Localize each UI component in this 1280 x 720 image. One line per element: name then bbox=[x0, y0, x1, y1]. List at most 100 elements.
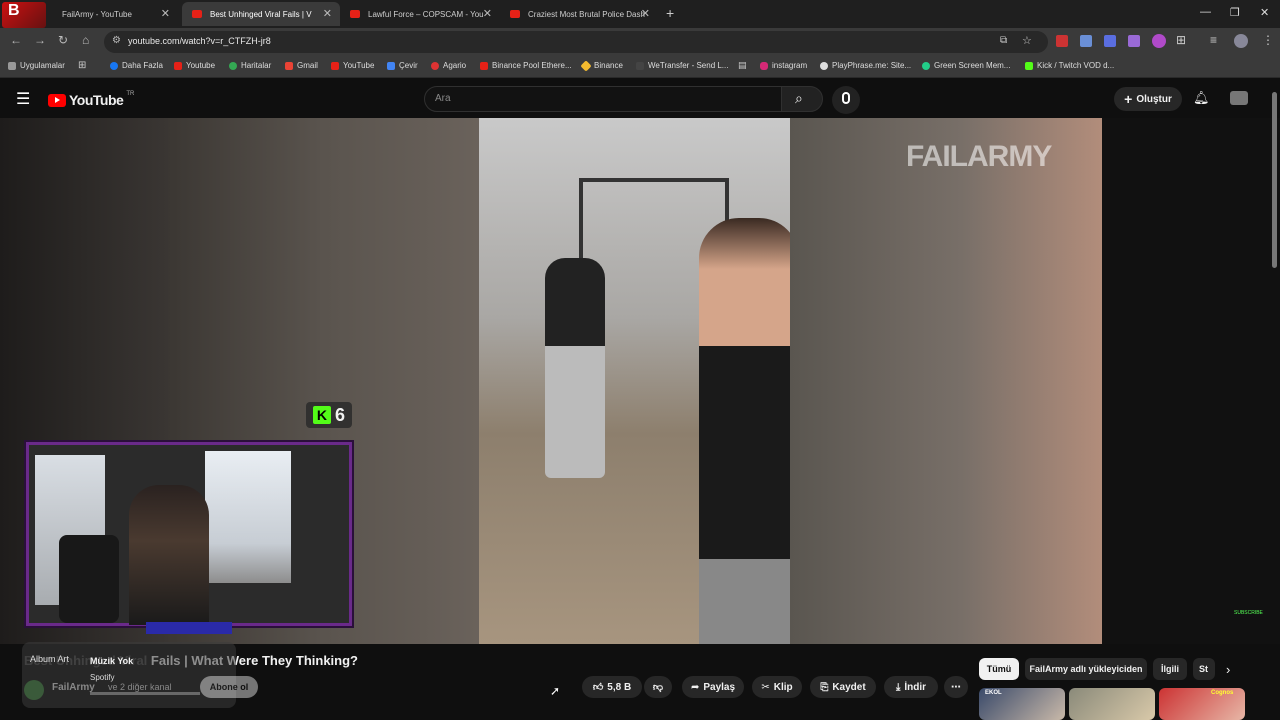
chip-related[interactable]: İlgili bbox=[1153, 658, 1187, 680]
bookmark-green-screen[interactable]: Green Screen Mem... bbox=[922, 61, 1010, 70]
youtube-favicon-icon bbox=[510, 10, 520, 18]
back-icon[interactable]: ← bbox=[10, 33, 22, 47]
apps-icon bbox=[8, 62, 16, 70]
close-icon[interactable]: ✕ bbox=[483, 7, 492, 20]
webcam-overlay bbox=[26, 442, 352, 626]
hamburger-menu-icon[interactable]: ☰ bbox=[16, 89, 30, 109]
forward-icon[interactable]: → bbox=[34, 33, 46, 47]
search-input[interactable]: Ara bbox=[424, 86, 782, 112]
extension-icon[interactable] bbox=[1152, 34, 1166, 48]
bookmark-apps[interactable]: Uygulamalar bbox=[8, 61, 65, 70]
bookmark-binance[interactable]: Binance bbox=[580, 60, 623, 72]
home-icon[interactable]: ⌂ bbox=[82, 33, 89, 47]
bookmark-youtube[interactable]: Youtube bbox=[174, 61, 215, 70]
bookmark-wetransfer[interactable]: WeTransfer - Send L... bbox=[636, 61, 728, 70]
tab-title: FailArmy - YouTube bbox=[62, 9, 132, 19]
bookmark-cevir[interactable]: Çevir bbox=[387, 61, 418, 70]
channel-avatar[interactable] bbox=[24, 680, 44, 700]
channel-collab[interactable]: ve 2 diğer kanal bbox=[108, 682, 172, 692]
bookmark-instagram[interactable]: instagram bbox=[760, 61, 807, 70]
search-button[interactable]: ⌕ bbox=[781, 86, 823, 112]
account-avatar[interactable] bbox=[1230, 91, 1248, 105]
browser-menu-icon[interactable]: ⋮ bbox=[1262, 33, 1274, 47]
bookmark-icon: ⎘ bbox=[820, 681, 829, 693]
bookmark-folder-icon[interactable]: ▤ bbox=[738, 60, 747, 71]
like-count: 5,8 B bbox=[607, 681, 632, 693]
voice-search-button[interactable] bbox=[832, 86, 860, 114]
recommendation-thumbnail[interactable]: EKOL bbox=[979, 688, 1065, 720]
bookmark-binance-pool[interactable]: Binance Pool Ethere... bbox=[480, 61, 572, 70]
spotify-progress bbox=[90, 692, 200, 695]
extension-icon[interactable] bbox=[1080, 35, 1092, 47]
video-background-right: SUBSCRIBE bbox=[1102, 118, 1280, 644]
spotify-status: Müzik Yok bbox=[90, 656, 134, 666]
close-icon[interactable]: ✕ bbox=[323, 7, 332, 20]
bookmarks-bar: Uygulamalar ⊞ Daha Fazla Youtube Harital… bbox=[0, 56, 1280, 78]
spotify-now-playing: Album Art Müzik Yok Spotify bbox=[22, 642, 236, 708]
youtube-wordmark: YouTube bbox=[69, 92, 124, 108]
bookmark-gmail[interactable]: Gmail bbox=[285, 61, 318, 70]
grid-icon[interactable]: ⊞ bbox=[78, 60, 86, 71]
profile-avatar[interactable] bbox=[1234, 34, 1248, 48]
person-foreground bbox=[699, 218, 799, 644]
create-button[interactable]: + Oluştur bbox=[1114, 87, 1182, 111]
kick-icon bbox=[1025, 62, 1033, 70]
reading-list-icon[interactable]: ≡ bbox=[1210, 33, 1217, 47]
bookmark-daha-fazla[interactable]: Daha Fazla bbox=[110, 61, 163, 70]
download-button[interactable]: ⤓ İndir bbox=[884, 676, 938, 698]
channel-name[interactable]: FailArmy bbox=[52, 682, 95, 693]
bookmark-agario[interactable]: Agario bbox=[431, 61, 466, 70]
share-button[interactable]: ➦ Paylaş bbox=[682, 676, 744, 698]
tab-best-unhinged[interactable]: Best Unhinged Viral Fails | V ✕ bbox=[182, 2, 340, 26]
url-text: youtube.com/watch?v=r_CTFZH-jr8 bbox=[128, 36, 271, 46]
bookmark-kick-twitch[interactable]: Kick / Twitch VOD d... bbox=[1025, 61, 1114, 70]
bookmark-haritalar[interactable]: Haritalar bbox=[229, 61, 271, 70]
binance-icon bbox=[580, 60, 592, 72]
recommendation-thumbnail[interactable]: Cognos bbox=[1159, 688, 1245, 720]
translate-icon bbox=[387, 62, 395, 70]
clip-button[interactable]: ✂ Klip bbox=[752, 676, 802, 698]
close-icon[interactable]: ✕ bbox=[641, 7, 650, 20]
chevron-right-icon[interactable]: › bbox=[1226, 662, 1230, 677]
restore-icon[interactable]: ❐ bbox=[1230, 6, 1240, 19]
person-background bbox=[545, 258, 605, 478]
thumbs-up-icon: 👍︎ bbox=[592, 682, 604, 693]
notifications-bell-icon[interactable]: 🔔︎ bbox=[1193, 90, 1210, 106]
chip-all[interactable]: Tümü bbox=[979, 658, 1019, 680]
extensions-puzzle-icon[interactable]: ⊞ bbox=[1176, 33, 1186, 47]
kick-viewer-badge: K 6 bbox=[306, 402, 352, 428]
extension-icon[interactable] bbox=[1104, 35, 1116, 47]
reload-icon[interactable]: ↻ bbox=[58, 33, 68, 47]
extension-icon[interactable] bbox=[1056, 35, 1068, 47]
kick-viewer-count: 6 bbox=[334, 404, 345, 425]
recommendation-thumbnail[interactable] bbox=[1069, 688, 1155, 720]
install-app-icon[interactable]: ⧉ bbox=[1000, 35, 1007, 46]
subscribe-button[interactable]: Abone ol bbox=[200, 676, 258, 698]
video-blur-right: FAILARMY bbox=[790, 118, 1102, 644]
webcam-person bbox=[129, 485, 209, 625]
page-scrollbar[interactable] bbox=[1272, 92, 1277, 268]
youtube-logo[interactable]: YouTube TR bbox=[48, 91, 135, 108]
site-info-icon[interactable]: ⚙ bbox=[112, 35, 121, 46]
region-code: TR bbox=[126, 91, 135, 97]
tab-failarmy[interactable]: FailArmy - YouTube ✕ bbox=[34, 2, 178, 26]
close-window-icon[interactable]: ✕ bbox=[1260, 6, 1269, 19]
address-bar[interactable]: ⚙ youtube.com/watch?v=r_CTFZH-jr8 ⧉ ☆ bbox=[104, 31, 1048, 53]
close-icon[interactable]: ✕ bbox=[161, 7, 170, 20]
save-button[interactable]: ⎘ Kaydet bbox=[810, 676, 876, 698]
chip-from-uploader[interactable]: FailArmy adlı yükleyiciden bbox=[1025, 658, 1147, 680]
bookmark-playphrase[interactable]: PlayPhrase.me: Site... bbox=[820, 61, 911, 70]
chip-partial[interactable]: St bbox=[1193, 658, 1215, 680]
dislike-button[interactable]: 👎︎ bbox=[644, 676, 672, 698]
like-button[interactable]: 👍︎ 5,8 B bbox=[582, 676, 642, 698]
more-actions-button[interactable]: ⋯ bbox=[944, 676, 968, 698]
minimize-icon[interactable]: — bbox=[1200, 6, 1211, 18]
thumbnail-label: EKOL bbox=[985, 690, 1002, 696]
extension-icon[interactable] bbox=[1128, 35, 1140, 47]
new-tab-icon[interactable]: + bbox=[666, 5, 674, 21]
bookmark-youtube-2[interactable]: YouTube bbox=[331, 61, 374, 70]
bookmark-star-icon[interactable]: ☆ bbox=[1022, 34, 1032, 47]
tab-lawful-force[interactable]: Lawful Force – COPSCAM - You ✕ bbox=[340, 2, 500, 26]
youtube-header: ☰ YouTube TR Ara ⌕ + Oluştur 🔔︎ bbox=[0, 80, 1280, 118]
tab-police-dash[interactable]: Craziest Most Brutal Police Dash ✕ bbox=[500, 2, 658, 26]
